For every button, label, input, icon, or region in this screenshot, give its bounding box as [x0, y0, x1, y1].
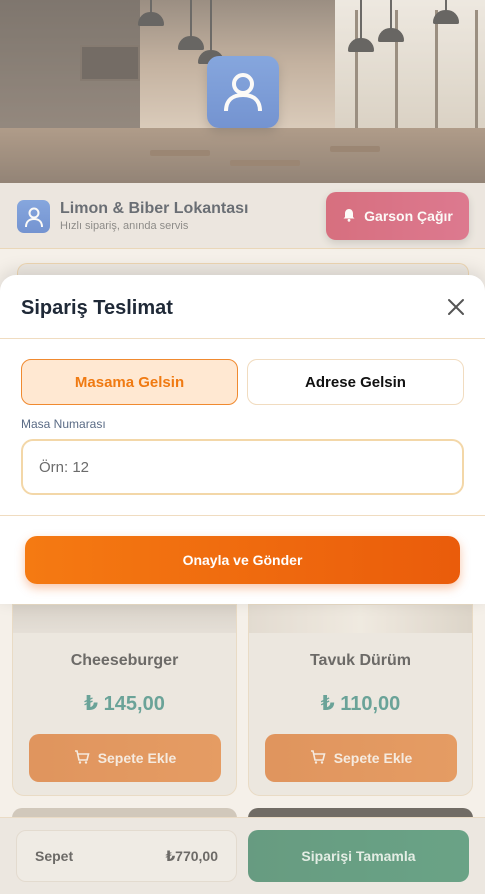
divider: [0, 338, 485, 339]
confirm-send-button[interactable]: Onayla ve Gönder: [25, 536, 460, 584]
table-number-input[interactable]: [21, 439, 464, 495]
option-table-delivery[interactable]: Masama Gelsin: [21, 359, 238, 405]
close-icon[interactable]: [441, 292, 471, 322]
modal-title: Sipariş Teslimat: [21, 297, 173, 319]
option-address-delivery[interactable]: Adrese Gelsin: [247, 359, 464, 405]
divider: [0, 515, 485, 516]
delivery-modal: Sipariş Teslimat Masama Gelsin Adrese Ge…: [0, 275, 485, 604]
table-number-label: Masa Numarası: [21, 417, 106, 431]
